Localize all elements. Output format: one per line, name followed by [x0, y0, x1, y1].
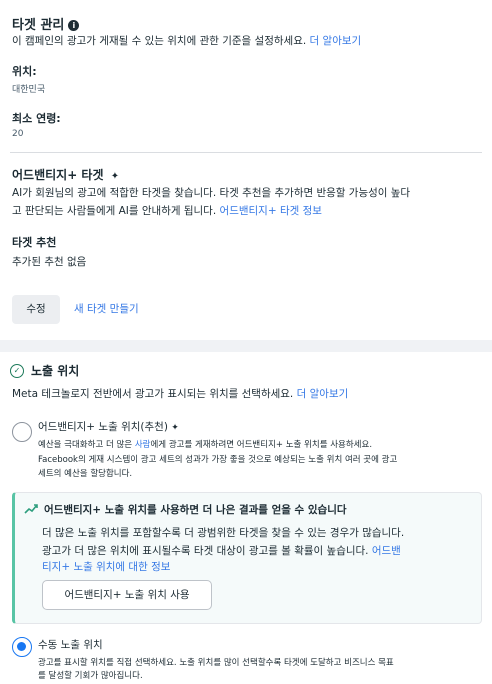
manual-placements-desc-line1: 광고를 표시할 위치를 직접 선택하세요. 노출 위치를 많이 선택할수록 타겟… [38, 658, 394, 668]
advantage-audience-title: 어드밴티지+ 타겟 [12, 168, 104, 182]
sparkle-icon: ✦ [171, 423, 179, 433]
manual-placements-radio[interactable] [12, 637, 32, 657]
audience-suggestion-label: 타겟 추천 [12, 236, 57, 249]
use-advantage-placements-button[interactable]: 어드밴티지+ 노출 위치 사용 [42, 580, 212, 610]
advantage-desc-text: 에게 광고를 게재하려면 어드밴티지+ 노출 위치를 사용하세요. [150, 440, 373, 450]
edit-button[interactable]: 수정 [12, 295, 60, 324]
advantage-audience-info-link[interactable]: 어드밴티지+ 타겟 정보 [220, 205, 322, 217]
location-label: 위치: [12, 65, 37, 78]
manual-placements-desc-line2: 를 달성할 기회가 많아집니다. [38, 671, 143, 681]
placements-learn-more-link[interactable]: 더 알아보기 [297, 388, 349, 400]
min-age-label: 최소 연령: [12, 112, 61, 125]
min-age-value: 20 [12, 129, 24, 139]
manual-placements-label: 수동 노출 위치 [38, 639, 103, 651]
location-value: 대한민국 [12, 85, 46, 95]
targeting-learn-more-link[interactable]: 더 알아보기 [310, 35, 362, 47]
advantage-placements-label: 어드밴티지+ 노출 위치(추천) [38, 421, 168, 433]
targeting-description: 이 캠페인의 광고가 게재될 수 있는 위치에 관한 기준을 설정하세요. [12, 35, 307, 47]
targeting-description-row: 이 캠페인의 광고가 게재될 수 있는 위치에 관한 기준을 설정하세요. 더 … [12, 33, 361, 48]
people-link[interactable]: 사람 [135, 440, 151, 450]
section-divider [10, 152, 482, 153]
promo-line2: 광고가 더 많은 위치에 표시될수록 타겟 대상이 광고를 볼 확률이 높습니다… [42, 543, 401, 558]
targeting-title: 타겟 관리 [12, 18, 65, 33]
promo-title: 어드밴티지+ 노출 위치를 사용하면 더 나은 결과를 얻을 수 있습니다 [44, 504, 347, 516]
sparkle-icon: ✦ [110, 171, 120, 182]
placements-description-row: Meta 테크놀로지 전반에서 광고가 표시되는 위치를 선택하세요. 더 알아… [12, 386, 348, 401]
advantage-placements-radio[interactable] [12, 422, 32, 442]
advantage-audience-desc-line1: AI가 회원님의 광고에 적합한 타겟을 찾습니다. 타겟 추천을 추가하면 반… [12, 187, 411, 199]
promo-line1: 더 많은 노출 위치를 포함할수록 더 광범위한 타겟을 찾을 수 있는 경우가… [42, 527, 405, 539]
trend-up-icon [24, 504, 38, 514]
promo-line2-text: 광고가 더 많은 위치에 표시될수록 타겟 대상이 광고를 볼 확률이 높습니다… [42, 545, 369, 557]
advantage-audience-title-row: 어드밴티지+ 타겟 ✦ [12, 166, 119, 183]
check-circle-icon: ✓ [10, 364, 24, 378]
advantage-placements-info-link[interactable]: 어드밴 [372, 545, 401, 557]
advantage-audience-desc-line2: 고 판단되는 사람들에게 AI를 안내하게 됩니다. [12, 205, 217, 217]
targeting-title-row: 타겟 관리 i [12, 14, 80, 33]
advantage-placements-desc-line2: Facebook의 게재 시스템이 광고 세트의 성과가 가장 좋을 것으로 예… [38, 455, 398, 465]
advantage-placements-info-link-cont[interactable]: 티지+ 노출 위치에 대한 정보 [42, 559, 170, 574]
advantage-audience-desc-line2-row: 고 판단되는 사람들에게 AI를 안내하게 됩니다. 어드밴티지+ 타겟 정보 [12, 203, 322, 218]
advantage-desc-text: 예산을 극대화하고 더 많은 [38, 440, 133, 450]
new-audience-button[interactable]: 새 타겟 만들기 [74, 295, 139, 324]
advantage-placements-label-row: 어드밴티지+ 노출 위치(추천) ✦ [38, 419, 179, 434]
placements-description: Meta 테크놀로지 전반에서 광고가 표시되는 위치를 선택하세요. [12, 388, 294, 400]
info-icon[interactable]: i [68, 20, 80, 31]
audience-suggestion-value: 추가된 추천 없음 [12, 256, 87, 268]
placements-title: 노출 위치 [31, 364, 80, 378]
advantage-placements-desc-line3: 세트의 예산을 할당합니다. [38, 469, 133, 479]
advantage-placements-desc-line1: 예산을 극대화하고 더 많은 사람에게 광고를 게재하려면 어드밴티지+ 노출 … [38, 438, 372, 450]
